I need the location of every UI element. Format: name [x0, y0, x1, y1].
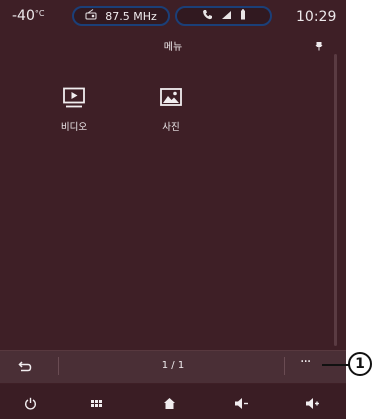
toolbar-divider	[284, 357, 285, 375]
radio-icon	[85, 9, 97, 23]
home-icon[interactable]	[163, 395, 176, 414]
app-tile-video[interactable]: 비디오	[44, 87, 104, 133]
signal-strength-icon	[221, 10, 232, 23]
apps-grid-icon[interactable]	[90, 395, 103, 414]
battery-icon	[240, 9, 246, 23]
volume-up-icon[interactable]	[305, 395, 320, 414]
power-icon[interactable]	[24, 395, 37, 414]
radio-status-pill[interactable]: 87.5 MHz	[72, 6, 170, 26]
status-bar: -40°C 87.5 MHz 10:29	[0, 0, 346, 32]
app-label-photo: 사진	[162, 122, 180, 133]
infotainment-screen: -40°C 87.5 MHz 10:29 메뉴 비디오 사진 1 / 1 ···	[0, 0, 346, 419]
temperature-unit: °C	[34, 9, 45, 18]
bottom-toolbar: 1 / 1 ···	[0, 350, 346, 383]
volume-down-icon[interactable]	[234, 395, 249, 414]
clock: 10:29	[296, 9, 337, 25]
page-title: 메뉴	[163, 42, 183, 53]
page-indicator: 1 / 1	[161, 360, 185, 371]
phone-icon	[202, 9, 213, 23]
navigation-bar	[0, 384, 346, 419]
temperature-value: -40	[12, 8, 35, 24]
phone-status-pill[interactable]	[175, 6, 272, 26]
more-options-button[interactable]: ···	[300, 354, 311, 370]
app-label-video: 비디오	[60, 122, 88, 133]
radio-frequency: 87.5 MHz	[105, 9, 157, 23]
app-tile-photo[interactable]: 사진	[141, 87, 201, 133]
video-play-icon	[61, 87, 87, 113]
photo-icon	[158, 88, 184, 113]
outside-temperature: -40°C	[12, 8, 44, 24]
scrollbar[interactable]	[334, 54, 337, 346]
pin-icon[interactable]	[314, 36, 324, 55]
callout-marker: 1	[348, 352, 372, 376]
